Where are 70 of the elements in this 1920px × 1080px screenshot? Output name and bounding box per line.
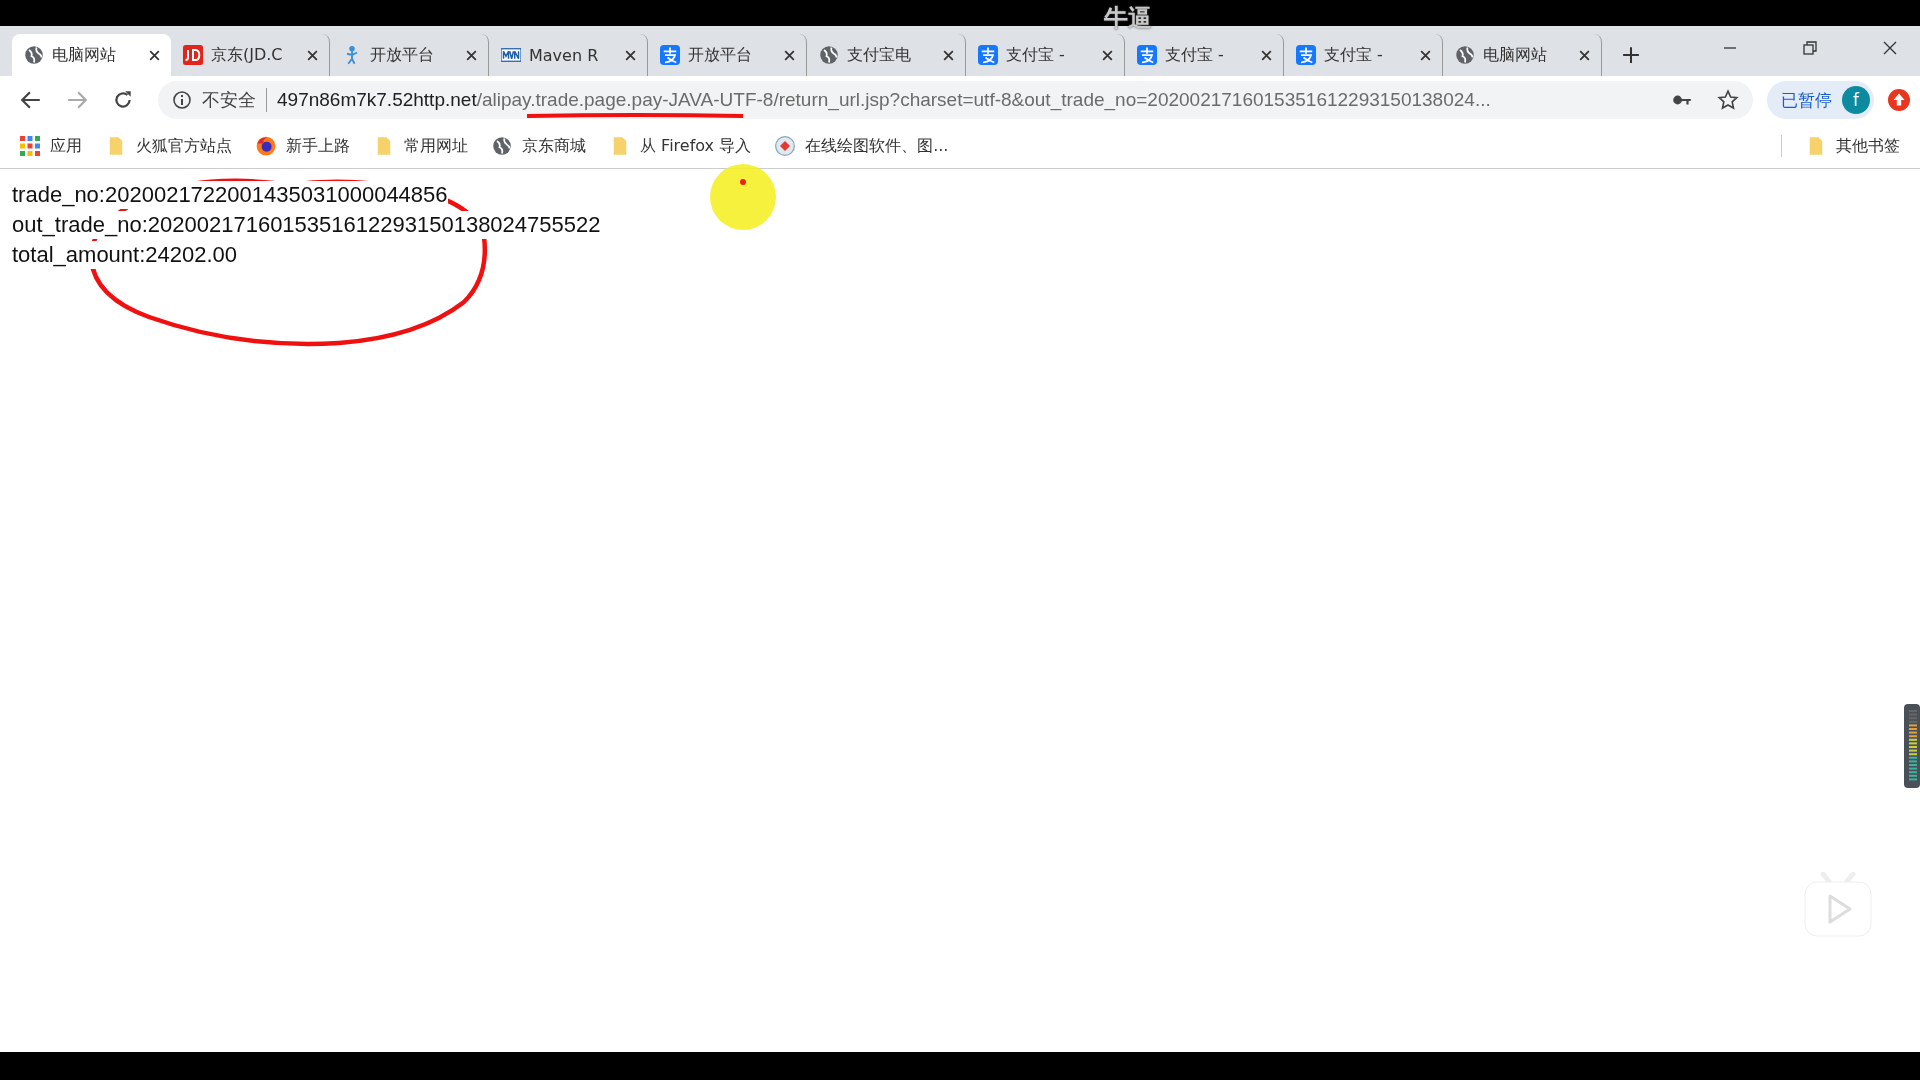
cursor-highlight-icon xyxy=(708,162,778,232)
close-icon[interactable] xyxy=(1260,48,1273,62)
bookmark-item[interactable]: 应用 xyxy=(20,135,82,157)
firefox-logo-icon xyxy=(256,136,276,156)
overlay-comment: 牛逼 xyxy=(1104,4,1152,32)
bookmark-item[interactable]: 从 Firefox 导入 xyxy=(610,135,752,157)
reload-icon[interactable] xyxy=(112,89,134,111)
volume-meter-icon xyxy=(1904,704,1920,788)
tab-title: Maven R xyxy=(529,45,600,65)
tab-title: 开放平台 xyxy=(370,44,435,66)
globe-icon xyxy=(24,45,44,65)
tab-title: 支付宝电 xyxy=(847,44,912,66)
profile-button[interactable]: 已暂停 f xyxy=(1767,81,1874,119)
browser-tab[interactable]: 支付宝 - xyxy=(1284,34,1443,76)
avatar: f xyxy=(1842,86,1870,114)
tab-title: 支付宝 - xyxy=(1165,44,1225,66)
bookmark-item[interactable]: 在线绘图软件、图... xyxy=(775,135,949,157)
url-text: 497n86m7k7.52http.net/alipay.trade.page.pay-JAVA-UTF-8/return_url.jsp?charset=utf-8&out_trade_no=2020021716015351612293150138024... xyxy=(277,89,1492,111)
jd-logo-icon xyxy=(183,45,203,65)
page-text: total_amount:24202.00 xyxy=(12,241,238,269)
alipay-logo-icon xyxy=(1137,45,1157,65)
browser-tab[interactable]: 京东(JD.C xyxy=(171,34,330,76)
diagram-logo-icon xyxy=(775,136,796,156)
bookmark-item[interactable]: 火狐官方站点 xyxy=(106,135,232,157)
browser-tab[interactable]: 电脑网站 xyxy=(1443,34,1602,76)
update-icon[interactable] xyxy=(1888,89,1910,111)
tab-title: 支付宝 - xyxy=(1006,44,1066,66)
close-icon[interactable] xyxy=(783,48,796,62)
browser-tab[interactable]: 支付宝 - xyxy=(966,34,1125,76)
tab-title: 电脑网站 xyxy=(52,44,117,66)
tab-title: 电脑网站 xyxy=(1483,44,1548,66)
alipay-logo-icon xyxy=(978,45,998,65)
tab-title: 京东(JD.C xyxy=(211,44,284,66)
tab-title: 开放平台 xyxy=(688,44,753,66)
tab-title: 支付宝 - xyxy=(1324,44,1384,66)
info-icon[interactable] xyxy=(172,90,192,110)
browser-tab[interactable]: 开放平台 xyxy=(330,34,489,76)
close-icon[interactable] xyxy=(148,48,161,62)
star-icon[interactable] xyxy=(1717,89,1739,111)
bookmark-item[interactable]: 新手上路 xyxy=(256,135,350,157)
back-icon[interactable] xyxy=(20,89,42,111)
close-icon[interactable] xyxy=(1578,48,1591,62)
browser-tab[interactable]: 开放平台 xyxy=(648,34,807,76)
browser-tab[interactable]: 支付宝电 xyxy=(807,34,966,76)
close-icon[interactable] xyxy=(942,48,955,62)
bookmark-item[interactable]: 常用网址 xyxy=(374,135,468,157)
mvn-logo-icon xyxy=(501,45,521,65)
restore-icon[interactable] xyxy=(1802,40,1818,56)
close-icon[interactable] xyxy=(306,48,319,62)
close-icon[interactable] xyxy=(1101,48,1114,62)
page-text: out_trade_no:2020021716015351612293150138024755522 xyxy=(12,211,601,239)
bookmark-item[interactable]: 其他书签 xyxy=(1806,135,1900,157)
browser-tab[interactable]: Maven R xyxy=(489,34,648,76)
browser-tab[interactable]: 支付宝 - xyxy=(1125,34,1284,76)
security-label: 不安全 xyxy=(202,88,267,112)
apps-grid-icon xyxy=(20,136,40,156)
close-icon[interactable] xyxy=(1419,48,1432,62)
close-icon[interactable] xyxy=(624,48,637,62)
browser-tab[interactable]: 电脑网站 xyxy=(12,34,171,76)
alipay-logo-icon xyxy=(660,45,680,65)
alipay-logo-icon xyxy=(1296,45,1316,65)
bookmark-item[interactable]: 京东商城 xyxy=(492,135,586,157)
new-tab-icon[interactable] xyxy=(1622,46,1640,64)
globe-icon xyxy=(1455,45,1475,65)
address-bar[interactable]: 不安全 497n86m7k7.52http.net/alipay.trade.page.pay-JAVA-UTF-8/return_url.jsp?charset=utf-8&out_trade_no=2020021716015351612293150138024... xyxy=(158,81,1753,119)
globe-icon xyxy=(492,136,512,156)
globe-icon xyxy=(819,45,839,65)
close-icon[interactable] xyxy=(1882,40,1898,56)
page-text: trade_no:2020021722001435031000044856 xyxy=(12,181,448,209)
close-icon[interactable] xyxy=(465,48,478,62)
